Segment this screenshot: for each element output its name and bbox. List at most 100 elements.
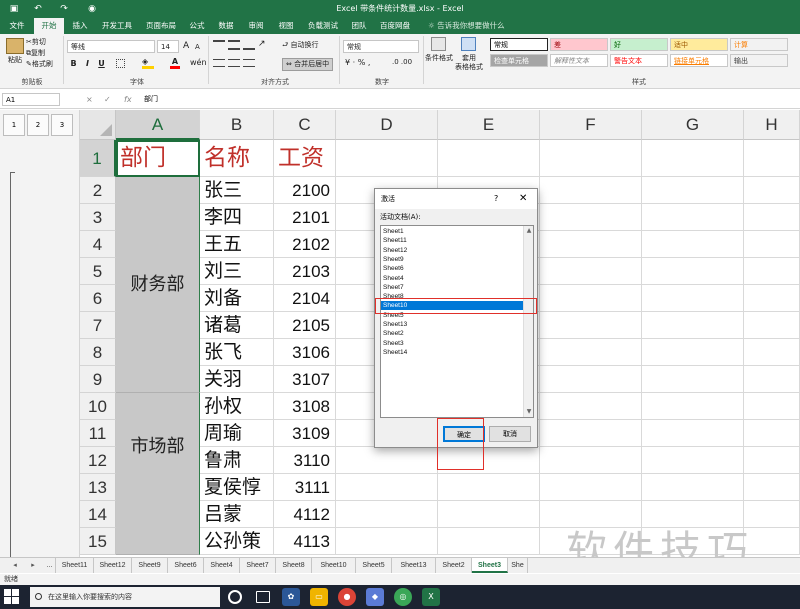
scroll-left-icon[interactable]: ◂: [10, 558, 20, 573]
cell-f10[interactable]: [540, 393, 642, 420]
sheet-tab-sheet7[interactable]: Sheet7: [240, 558, 276, 573]
cell-h10[interactable]: [744, 393, 800, 420]
list-item-sheet3[interactable]: Sheet3: [381, 339, 523, 348]
table-format-button-1[interactable]: 套用: [462, 54, 476, 63]
sheet-tab-sheet5[interactable]: Sheet5: [356, 558, 392, 573]
font-size-select[interactable]: 14: [157, 40, 179, 53]
style-warning[interactable]: 警告文本: [610, 54, 668, 67]
tab-insert[interactable]: 插入: [66, 18, 94, 34]
align-center-icon[interactable]: [228, 59, 240, 67]
cell-f7[interactable]: [540, 312, 642, 339]
outline-level-3[interactable]: 3: [51, 114, 73, 136]
row-header-14[interactable]: 14: [80, 501, 116, 528]
cell-f2[interactable]: [540, 177, 642, 204]
style-bad[interactable]: 差: [550, 38, 608, 51]
table-format-icon[interactable]: [461, 37, 476, 51]
align-left-icon[interactable]: [213, 59, 225, 67]
cell-f9[interactable]: [540, 366, 642, 393]
row-header-5[interactable]: 5: [80, 258, 116, 285]
list-item-sheet12[interactable]: Sheet12: [381, 246, 523, 255]
app-icon[interactable]: ◆: [366, 588, 384, 606]
sheet-tab-sheet10[interactable]: Sheet10: [312, 558, 356, 573]
tab-file[interactable]: 文件: [2, 18, 32, 34]
list-item-sheet13[interactable]: Sheet13: [381, 320, 523, 329]
tab-formulas[interactable]: 公式: [184, 18, 210, 34]
copy-button[interactable]: ⧉复制: [26, 49, 45, 58]
sheet-tab-sheet4[interactable]: Sheet4: [204, 558, 240, 573]
cell-h11[interactable]: [744, 420, 800, 447]
tab-load-test[interactable]: 负载测试: [302, 18, 344, 34]
cell-b9[interactable]: 关羽: [200, 366, 274, 393]
cancel-button[interactable]: 取消: [489, 426, 531, 442]
folder-icon[interactable]: ▭: [310, 588, 328, 606]
cell-f5[interactable]: [540, 258, 642, 285]
underline-button[interactable]: U: [96, 58, 107, 69]
tab-review[interactable]: 审阅: [242, 18, 270, 34]
wrap-text-button[interactable]: ⮐ 自动换行: [282, 41, 319, 50]
help-icon[interactable]: ?: [494, 189, 498, 209]
cancel-icon[interactable]: ×: [86, 93, 93, 106]
tab-home[interactable]: 开始: [34, 18, 64, 34]
row-header-7[interactable]: 7: [80, 312, 116, 339]
cell-c8[interactable]: 3106: [274, 339, 336, 366]
cell-h12[interactable]: [744, 447, 800, 474]
cell-h8[interactable]: [744, 339, 800, 366]
cell-b3[interactable]: 李四: [200, 204, 274, 231]
task-view-icon[interactable]: [256, 591, 270, 603]
tab-page-layout[interactable]: 页面布局: [140, 18, 182, 34]
cell-h7[interactable]: [744, 312, 800, 339]
cell-d1[interactable]: [336, 140, 438, 177]
style-output[interactable]: 输出: [730, 54, 788, 67]
sheet-tab-sheet12[interactable]: Sheet12: [94, 558, 132, 573]
align-top-icon[interactable]: [213, 40, 225, 50]
cell-c11[interactable]: 3109: [274, 420, 336, 447]
formula-input[interactable]: 部门: [144, 93, 158, 106]
row-header-6[interactable]: 6: [80, 285, 116, 312]
chrome-icon[interactable]: ●: [338, 588, 356, 606]
cell-g5[interactable]: [642, 258, 744, 285]
conditional-format-icon[interactable]: [431, 37, 446, 51]
cell-g13[interactable]: [642, 474, 744, 501]
orientation-icon[interactable]: ↗: [258, 39, 266, 49]
tab-baidu[interactable]: 百度网盘: [374, 18, 416, 34]
number-format-select[interactable]: 常规: [343, 40, 419, 53]
bold-button[interactable]: B: [68, 58, 79, 69]
tab-developer[interactable]: 开发工具: [96, 18, 138, 34]
cell-g6[interactable]: [642, 285, 744, 312]
cell-g4[interactable]: [642, 231, 744, 258]
row-header-11[interactable]: 11: [80, 420, 116, 447]
fill-color-icon[interactable]: ◈: [142, 58, 154, 69]
cell-d13[interactable]: [336, 474, 438, 501]
cell-a1[interactable]: 部门: [116, 140, 200, 177]
cell-e15[interactable]: [438, 528, 540, 555]
column-header-c[interactable]: C: [274, 110, 336, 140]
row-header-10[interactable]: 10: [80, 393, 116, 420]
merged-cell-marketing[interactable]: 市场部: [116, 393, 200, 555]
cell-c6[interactable]: 2104: [274, 285, 336, 312]
align-bottom-icon[interactable]: [243, 40, 255, 50]
cell-b5[interactable]: 刘三: [200, 258, 274, 285]
currency-icon[interactable]: ¥ · % ,: [345, 58, 370, 67]
cell-f13[interactable]: [540, 474, 642, 501]
cell-b8[interactable]: 张飞: [200, 339, 274, 366]
cell-b2[interactable]: 张三: [200, 177, 274, 204]
cell-h5[interactable]: [744, 258, 800, 285]
cell-d12[interactable]: [336, 447, 438, 474]
sheet-tab-sheet8[interactable]: Sheet8: [276, 558, 312, 573]
column-header-d[interactable]: D: [336, 110, 438, 140]
sheet-listbox[interactable]: Sheet1 Sheet11 Sheet12 Sheet9 Sheet6 Sheet4 Sh…: [380, 225, 534, 418]
cell-b4[interactable]: 王五: [200, 231, 274, 258]
close-icon[interactable]: ✕: [519, 189, 527, 209]
list-item-sheet10[interactable]: Sheet10: [381, 301, 523, 311]
paste-icon[interactable]: [6, 38, 24, 54]
cell-h2[interactable]: [744, 177, 800, 204]
cell-f8[interactable]: [540, 339, 642, 366]
cell-h6[interactable]: [744, 285, 800, 312]
sheet-tab-sheet3[interactable]: Sheet3: [472, 558, 508, 573]
row-header-9[interactable]: 9: [80, 366, 116, 393]
style-check-cell[interactable]: 检查单元格: [490, 54, 548, 67]
list-item-sheet8[interactable]: Sheet8: [381, 292, 523, 301]
column-header-e[interactable]: E: [438, 110, 540, 140]
font-name-select[interactable]: 等线: [67, 40, 155, 53]
cell-h13[interactable]: [744, 474, 800, 501]
